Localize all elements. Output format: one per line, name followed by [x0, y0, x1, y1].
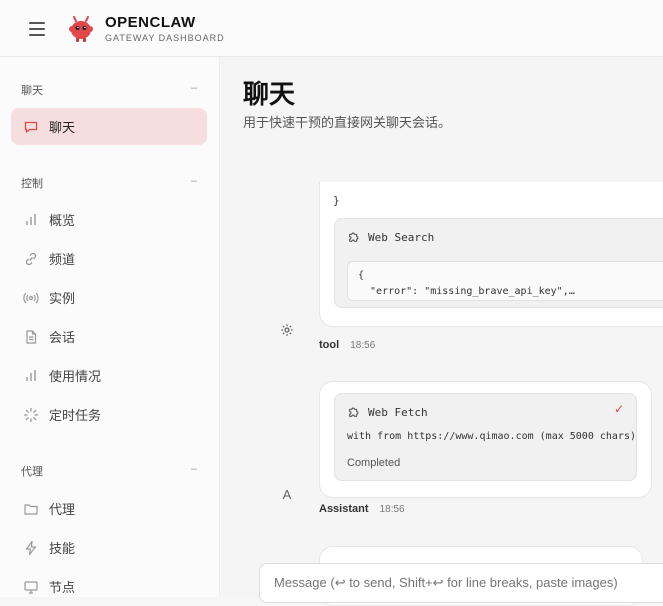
- brand-subtitle: GATEWAY DASHBOARD: [105, 33, 225, 43]
- sidebar-item-label: 实例: [49, 291, 76, 306]
- assistant-avatar: A: [282, 486, 292, 502]
- message-card: Web Fetch ✓ with from https://www.qimao.…: [319, 381, 652, 498]
- sidebar-item-skills[interactable]: 技能: [11, 529, 207, 566]
- composer: [259, 563, 663, 603]
- sidebar-item-label: 会话: [49, 330, 76, 345]
- sidebar-item-label: 节点: [49, 580, 76, 595]
- check-icon: ✓: [613, 402, 624, 416]
- sidebar-item-label: 概览: [49, 213, 76, 228]
- message-role: tool: [319, 339, 340, 351]
- sidebar-item-label: 聊天: [49, 120, 76, 135]
- tool-detail: with from https://www.qimao.com (max 500…: [347, 431, 636, 442]
- document-icon: [23, 329, 39, 345]
- group-header-agents[interactable]: 代理 –: [21, 463, 197, 479]
- code-brace: }: [333, 194, 340, 207]
- sidebar-item-instances[interactable]: 实例: [11, 279, 207, 316]
- link-icon: [23, 251, 39, 267]
- sidebar-item-overview[interactable]: 概览: [11, 201, 207, 238]
- loader-icon: [23, 407, 39, 423]
- bar-chart-icon: [23, 212, 39, 228]
- bar-chart-icon: [23, 368, 39, 384]
- sidebar-item-label: 频道: [49, 252, 76, 267]
- sidebar-item-agents[interactable]: 代理: [11, 490, 207, 527]
- tool-card-web-search[interactable]: Web Search { "error": "missing_brave_api…: [334, 218, 663, 308]
- tool-title: Web Fetch: [347, 405, 428, 419]
- sidebar: 聊天 – 聊天 控制 – 概览 频道 实例 会话 使用情况 定时任务 代理 – …: [0, 57, 220, 597]
- sidebar-item-label: 代理: [49, 502, 76, 517]
- tool-status: Completed: [347, 457, 401, 469]
- sidebar-item-nodes[interactable]: 节点: [11, 568, 207, 605]
- top-bar: OPENCLAW GATEWAY DASHBOARD: [0, 0, 663, 57]
- folder-icon: [23, 501, 39, 517]
- sidebar-item-cron[interactable]: 定时任务: [11, 396, 207, 433]
- gear-icon: [281, 324, 293, 336]
- monitor-icon: [23, 579, 39, 595]
- puzzle-icon: [349, 232, 359, 242]
- sidebar-item-label: 使用情况: [49, 369, 102, 384]
- brand-title: OPENCLAW: [105, 14, 196, 31]
- message-time: 18:56: [379, 504, 405, 515]
- sidebar-item-channels[interactable]: 频道: [11, 240, 207, 277]
- page-subtitle: 用于快速干预的直接网关聊天会话。: [243, 115, 452, 130]
- chat-icon: [23, 119, 39, 135]
- group-header-chat[interactable]: 聊天 –: [21, 82, 197, 98]
- code-line: {: [358, 270, 365, 281]
- broadcast-icon: [23, 290, 39, 306]
- collapse-icon[interactable]: –: [191, 463, 197, 475]
- tool-card-web-fetch[interactable]: Web Fetch ✓ with from https://www.qimao.…: [334, 393, 637, 481]
- message-meta: tool 18:56: [319, 339, 375, 351]
- collapse-icon[interactable]: –: [191, 82, 197, 94]
- menu-icon[interactable]: [29, 22, 45, 36]
- logo-icon: [69, 16, 93, 42]
- sidebar-item-label: 定时任务: [49, 408, 102, 423]
- lightning-icon: [23, 540, 39, 556]
- main-panel: 聊天 用于快速干预的直接网关聊天会话。 } Web Search { "erro…: [220, 57, 663, 606]
- tool-avatar: [277, 320, 297, 340]
- sidebar-item-sessions[interactable]: 会话: [11, 318, 207, 355]
- message-card: } Web Search { "error": "missing_brave_a…: [319, 182, 663, 327]
- message-input[interactable]: [272, 574, 663, 591]
- sidebar-item-usage[interactable]: 使用情况: [11, 357, 207, 394]
- puzzle-icon: [349, 407, 359, 417]
- message-role: Assistant: [319, 503, 369, 515]
- sidebar-item-chat[interactable]: 聊天: [11, 108, 207, 145]
- message-time: 18:56: [350, 340, 376, 351]
- tool-title: Web Search: [347, 230, 434, 244]
- code-line: "error": "missing_brave_api_key",…: [358, 286, 575, 297]
- collapse-icon[interactable]: –: [191, 175, 197, 187]
- sidebar-item-label: 技能: [49, 541, 76, 556]
- message-meta: Assistant 18:56: [319, 503, 405, 515]
- page-title: 聊天: [243, 79, 296, 109]
- group-header-control[interactable]: 控制 –: [21, 175, 197, 191]
- code-block: { "error": "missing_brave_api_key",…: [347, 261, 663, 301]
